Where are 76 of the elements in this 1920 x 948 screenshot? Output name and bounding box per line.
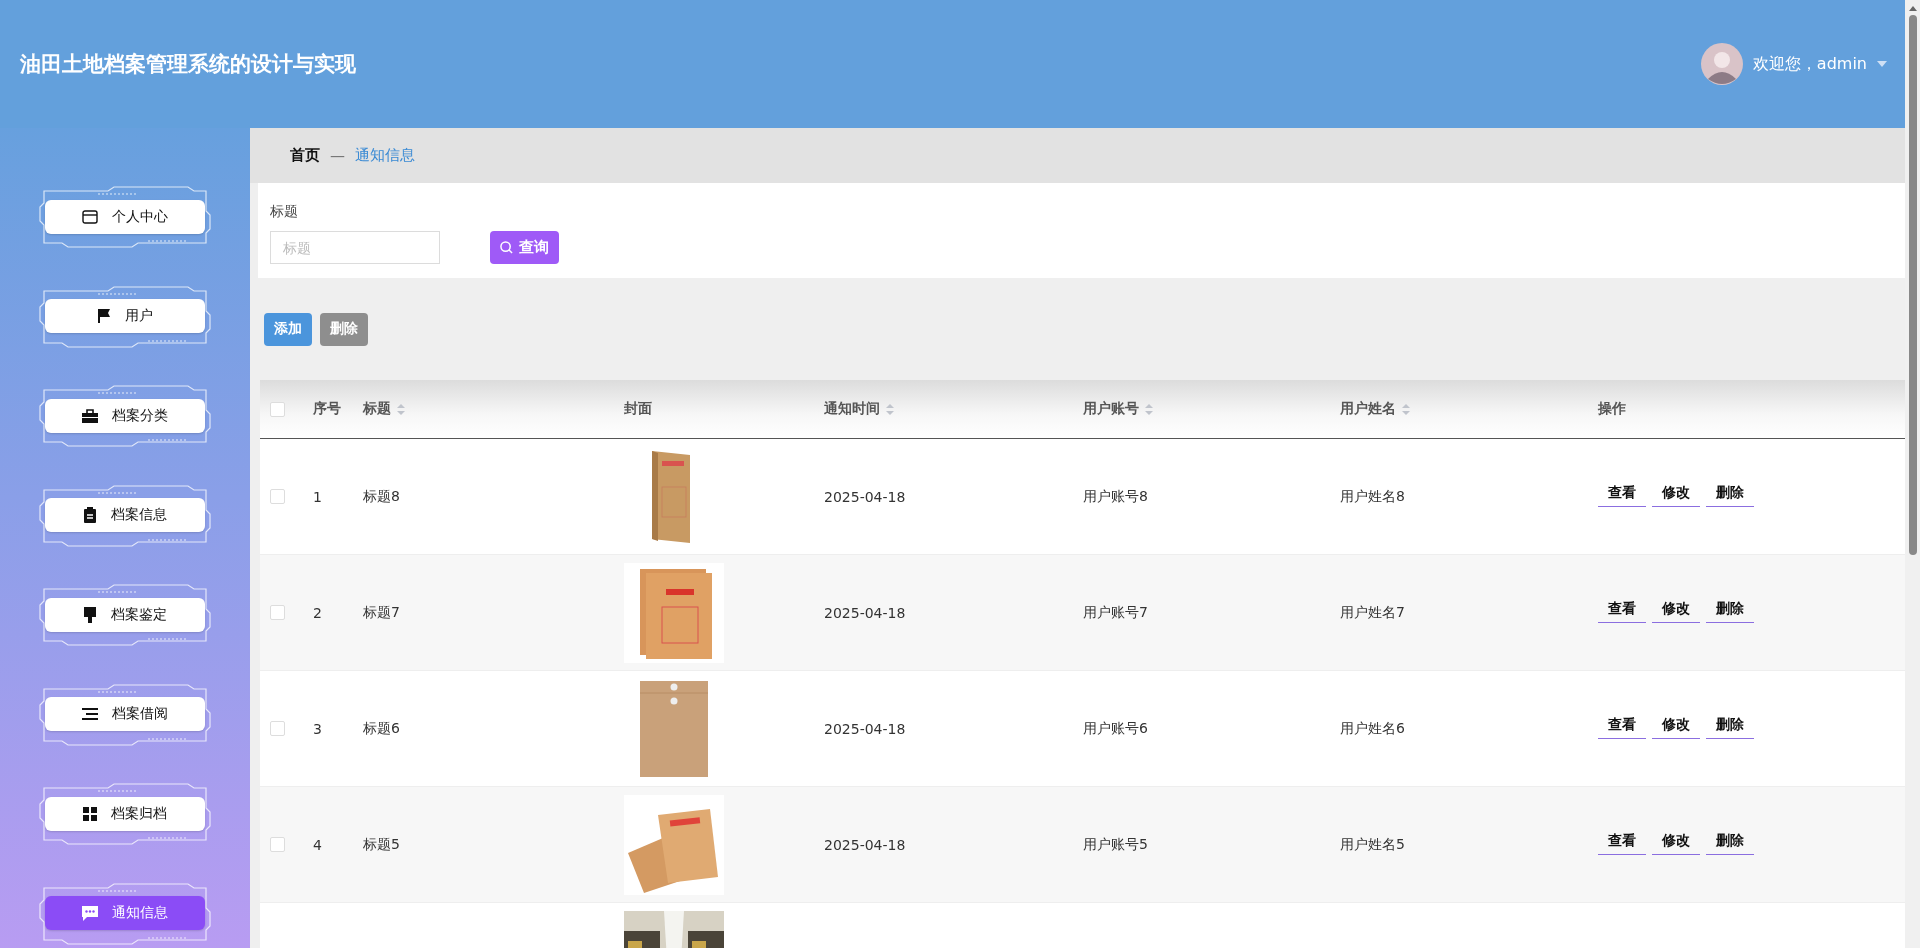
row-action-button[interactable]: 查看 bbox=[1598, 480, 1646, 507]
search-icon bbox=[500, 241, 513, 254]
table-cell: 用户姓名7 bbox=[1340, 603, 1405, 622]
list-icon bbox=[82, 707, 98, 722]
column-header[interactable]: 标题 bbox=[363, 400, 405, 418]
row-action-button[interactable]: 修改 bbox=[1652, 828, 1700, 855]
table-cell: 标题5 bbox=[363, 835, 400, 854]
row-action-button[interactable]: 删除 bbox=[1706, 480, 1754, 507]
chat-icon bbox=[82, 905, 98, 921]
table-cell: 用户账号7 bbox=[1083, 603, 1148, 622]
row-action-button[interactable]: 删除 bbox=[1706, 828, 1754, 855]
table-cell: 用户姓名5 bbox=[1340, 835, 1405, 854]
table-cell: 标题7 bbox=[363, 603, 400, 622]
row-action-button[interactable]: 查看 bbox=[1598, 596, 1646, 623]
sort-icon[interactable] bbox=[1145, 403, 1153, 415]
row-action-button[interactable]: 删除 bbox=[1706, 596, 1754, 623]
menu-item[interactable]: 档案借阅 bbox=[45, 697, 205, 732]
table-cell: 2025-04-18 bbox=[824, 720, 906, 737]
grid-icon bbox=[83, 806, 97, 821]
scroll-up-icon[interactable] bbox=[1908, 6, 1917, 11]
row-action-button[interactable]: 修改 bbox=[1652, 712, 1700, 739]
app-title: 油田土地档案管理系统的设计与实现 bbox=[20, 51, 356, 78]
menu-item[interactable]: 档案信息 bbox=[45, 498, 205, 533]
sort-icon[interactable] bbox=[397, 403, 405, 415]
table-cell: 用户账号5 bbox=[1083, 835, 1148, 854]
avatar-icon[interactable] bbox=[1700, 43, 1743, 85]
menu-item[interactable]: 档案归档 bbox=[45, 796, 205, 831]
row-action-button[interactable]: 修改 bbox=[1652, 596, 1700, 623]
column-header: 操作 bbox=[1598, 400, 1626, 418]
column-header: 封面 bbox=[624, 400, 652, 418]
menu-item[interactable]: 个人中心 bbox=[45, 199, 205, 234]
sort-icon[interactable] bbox=[1402, 403, 1410, 415]
menu-item[interactable]: 档案鉴定 bbox=[45, 597, 205, 632]
column-header: 序号 bbox=[313, 400, 341, 418]
breadcrumb-link[interactable]: 首页 bbox=[290, 146, 320, 165]
column-header[interactable]: 通知时间 bbox=[824, 400, 894, 418]
column-header[interactable]: 用户姓名 bbox=[1340, 400, 1410, 418]
table-cell: 标题8 bbox=[363, 487, 400, 506]
clipboard-icon bbox=[83, 507, 97, 524]
checkbox[interactable] bbox=[270, 401, 285, 417]
row-action-button[interactable]: 修改 bbox=[1652, 480, 1700, 507]
table-cell: 2025-04-18 bbox=[824, 836, 906, 853]
menu-item[interactable]: 档案分类 bbox=[45, 398, 205, 433]
table-cell: 4 bbox=[313, 836, 322, 853]
row-action-button[interactable]: 删除 bbox=[1706, 712, 1754, 739]
table-cell: 2025-04-18 bbox=[824, 488, 906, 505]
wallet-icon bbox=[82, 209, 98, 224]
table-cell: 用户账号6 bbox=[1083, 719, 1148, 738]
checkbox[interactable] bbox=[270, 837, 285, 852]
table-cell: 1 bbox=[313, 488, 322, 505]
flag-icon bbox=[97, 308, 111, 325]
breadcrumb-current: 通知信息 bbox=[355, 146, 415, 165]
brush-icon bbox=[83, 606, 97, 623]
briefcase-icon bbox=[82, 408, 98, 423]
table-cell: 3 bbox=[313, 720, 322, 737]
table-cell: 标题6 bbox=[363, 719, 400, 738]
caret-icon[interactable] bbox=[1877, 61, 1887, 67]
table-cell: 用户账号8 bbox=[1083, 487, 1148, 506]
menu-item[interactable]: 用户 bbox=[45, 299, 205, 334]
scrollbar-thumb[interactable] bbox=[1908, 15, 1917, 555]
sort-icon[interactable] bbox=[886, 403, 894, 415]
table-cell: 用户姓名6 bbox=[1340, 719, 1405, 738]
checkbox[interactable] bbox=[270, 489, 285, 504]
checkbox[interactable] bbox=[270, 721, 285, 736]
row-action-button[interactable]: 查看 bbox=[1598, 828, 1646, 855]
table-cell: 2025-04-18 bbox=[824, 604, 906, 621]
table-cell: 用户姓名8 bbox=[1340, 487, 1405, 506]
table-cell: 2 bbox=[313, 604, 322, 621]
menu-item[interactable]: 通知信息 bbox=[45, 896, 205, 931]
breadcrumb-separator: — bbox=[330, 146, 345, 165]
column-header[interactable]: 用户账号 bbox=[1083, 400, 1153, 418]
row-action-button[interactable]: 查看 bbox=[1598, 712, 1646, 739]
field-label: 标题 bbox=[270, 203, 299, 221]
search-button[interactable]: 查询 bbox=[490, 231, 559, 264]
title-input[interactable]: 标题 bbox=[270, 231, 440, 264]
checkbox[interactable] bbox=[270, 605, 285, 620]
